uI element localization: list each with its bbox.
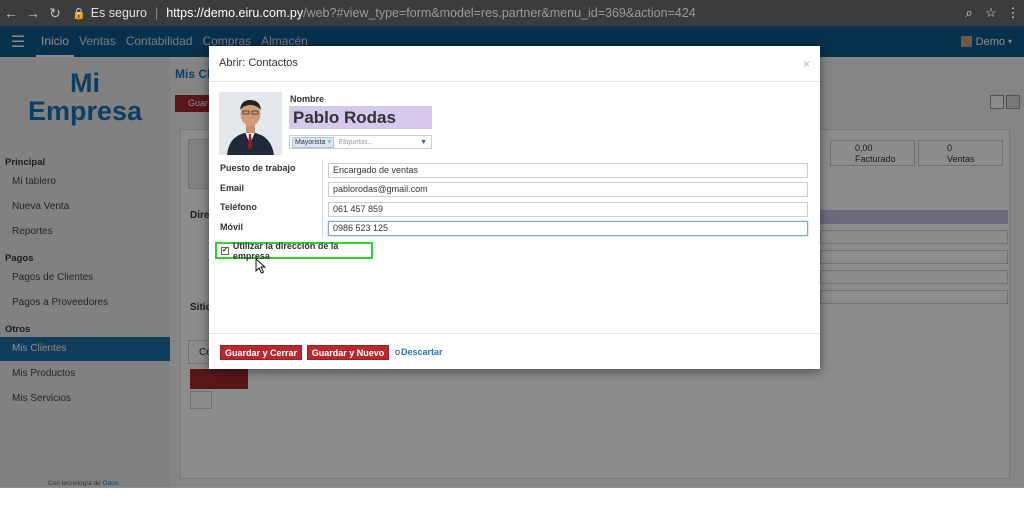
tags-placeholder: Etiquetas... bbox=[338, 138, 374, 146]
contact-dialog: Abrir: Contactos × Nombre Pablo Rodas Ma… bbox=[209, 46, 820, 369]
close-icon[interactable]: × bbox=[803, 57, 810, 71]
mobile-label: Móvil bbox=[220, 222, 244, 232]
reload-icon[interactable]: ↻ bbox=[44, 5, 66, 22]
save-close-button[interactable]: Guardar y Cerrar bbox=[220, 345, 302, 360]
email-label: Email bbox=[220, 183, 245, 193]
mouse-cursor-icon bbox=[255, 258, 267, 274]
checkbox-label: Utilizar la dirección de la empresa bbox=[232, 240, 339, 261]
tag-chip: Mayorista × bbox=[292, 136, 335, 148]
dialog-title: Abrir: Contactos bbox=[219, 57, 298, 69]
url-host: https://demo.eiru.com.py bbox=[166, 6, 304, 20]
zoom-icon[interactable]: ⌕ bbox=[958, 5, 980, 21]
email-input[interactable]: pablorodas@gmail.com bbox=[328, 182, 808, 197]
secure-label: Es seguro bbox=[90, 6, 147, 20]
screen: ← → ↻ 🔒 Es seguro | https://demo.eiru.co… bbox=[0, 0, 1024, 525]
address-bar[interactable]: 🔒 Es seguro | https://demo.eiru.com.py /… bbox=[72, 3, 952, 23]
dialog-header: Abrir: Contactos × bbox=[209, 46, 820, 82]
browser-toolbar: ← → ↻ 🔒 Es seguro | https://demo.eiru.co… bbox=[0, 0, 1024, 26]
name-input[interactable]: Pablo Rodas bbox=[289, 106, 432, 129]
save-new-button[interactable]: Guardar y Nuevo bbox=[307, 345, 389, 360]
column-divider bbox=[322, 160, 323, 238]
dialog-footer: Guardar y Cerrar Guardar y Nuevo o Desca… bbox=[209, 333, 820, 369]
job-label: Puesto de trabajo bbox=[220, 163, 296, 173]
name-label: Nombre bbox=[290, 94, 325, 104]
person-photo-icon bbox=[219, 92, 282, 155]
tag-label: Mayorista bbox=[295, 138, 326, 146]
address-separator: | bbox=[154, 6, 159, 20]
checkbox[interactable]: ✔ bbox=[221, 246, 229, 255]
menu-dots-icon[interactable]: ⋮ bbox=[1002, 5, 1024, 21]
back-icon[interactable]: ← bbox=[0, 5, 22, 21]
dropdown-caret-icon[interactable]: ▼ bbox=[420, 139, 427, 146]
use-company-address-option[interactable]: ✔ Utilizar la dirección de la empresa bbox=[215, 240, 373, 261]
mobile-input[interactable]: 0986 523 125 bbox=[328, 221, 808, 236]
phone-label: Teléfono bbox=[220, 202, 257, 212]
lock-icon: 🔒 bbox=[72, 7, 86, 20]
discard-link[interactable]: Descartar bbox=[401, 347, 443, 357]
contact-photo[interactable] bbox=[219, 92, 282, 155]
star-icon[interactable]: ☆ bbox=[980, 5, 1002, 21]
phone-input[interactable]: 061 457 859 bbox=[328, 202, 808, 217]
tags-input[interactable]: Mayorista × Etiquetas... ▼ bbox=[289, 135, 432, 149]
forward-icon[interactable]: → bbox=[22, 5, 44, 21]
job-input[interactable]: Encargado de ventas bbox=[328, 163, 808, 178]
bottom-area bbox=[0, 488, 1024, 525]
or-text: o bbox=[395, 347, 401, 357]
remove-tag-icon[interactable]: × bbox=[327, 139, 331, 146]
url-path: /web?#view_type=form&model=res.partner&m… bbox=[303, 6, 696, 20]
